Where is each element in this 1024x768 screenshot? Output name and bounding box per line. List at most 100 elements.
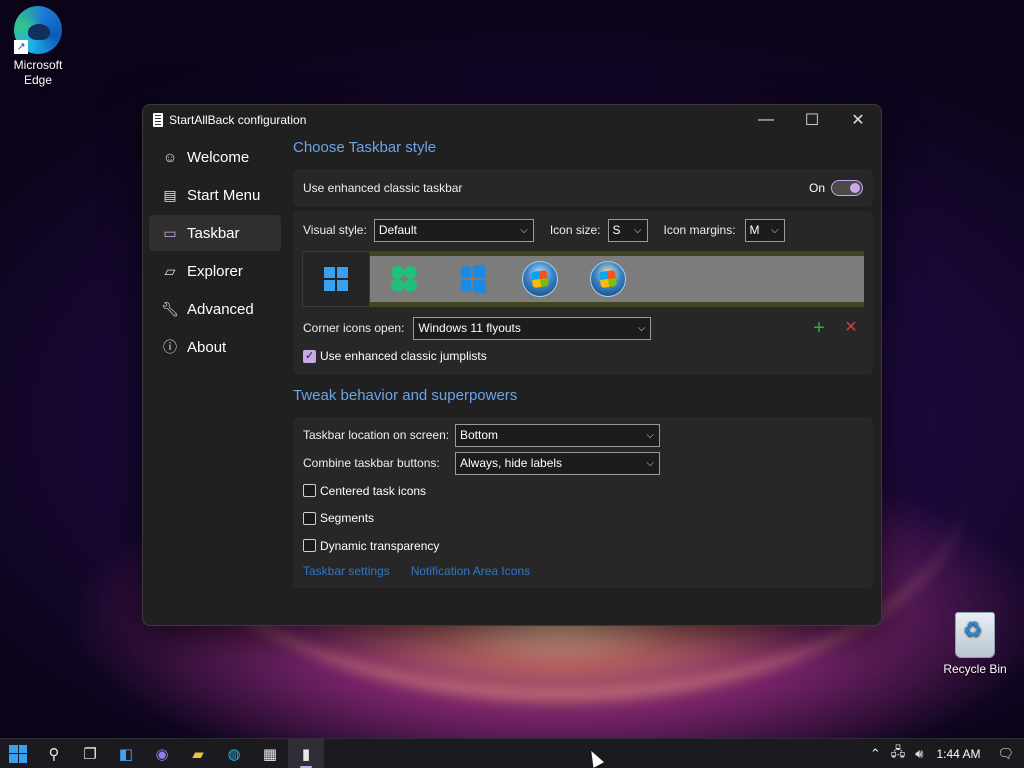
enhanced-taskbar-label: Use enhanced classic taskbar — [303, 181, 463, 195]
chevron-down-icon: ⌵ — [770, 224, 779, 236]
start-style-clover[interactable] — [370, 256, 438, 302]
windows10-logo-icon — [460, 264, 486, 294]
smile-icon: ☺ — [162, 149, 178, 165]
network-icon[interactable]: 🖧︎ — [886, 743, 911, 765]
icon-size-label: Icon size: — [549, 223, 601, 237]
start-style-win7-orb[interactable] — [506, 256, 574, 302]
sidebar-item-about[interactable]: ⓘ About — [149, 329, 281, 365]
info-icon: ⓘ — [163, 339, 177, 355]
chevron-down-icon: ⌵ — [646, 429, 654, 441]
sidebar-item-label: Explorer — [187, 262, 243, 280]
taskbar: ⚲ ❐ ◧ ◉ ▰ ◍ ▦ ▮ ⌃ 🖧︎ 🔊︎ 1:44 AM 🗨︎ — [0, 738, 1024, 768]
chevron-down-icon: ⌵ — [633, 224, 642, 236]
jumplists-label: Use enhanced classic jumplists — [320, 349, 487, 363]
chevron-down-icon: ⌵ — [646, 457, 654, 469]
sidebar-item-label: Start Menu — [187, 186, 261, 204]
dynamic-transparency-checkbox[interactable] — [303, 539, 316, 553]
notifications-icon[interactable]: 🗨︎ — [992, 746, 1024, 762]
notification-area-icons-link[interactable]: Notification Area Icons — [411, 564, 530, 578]
segments-option[interactable]: Segments — [303, 505, 863, 533]
taskbar-settings-link[interactable]: Taskbar settings — [303, 564, 390, 578]
windows-vista-orb-icon — [590, 261, 626, 297]
clover-logo-icon — [391, 266, 417, 292]
windows11-logo-icon — [324, 267, 348, 291]
desktop-icon-recycle-bin[interactable]: Recycle Bin — [935, 612, 1015, 677]
sidebar-item-label: Advanced — [187, 300, 254, 318]
icon-size-select[interactable]: S ⌵ — [607, 218, 648, 242]
taskbar-icon: ▭ — [163, 224, 177, 241]
combine-select[interactable]: Always, hide labels ⌵ — [455, 451, 660, 475]
search-button[interactable]: ⚲ — [36, 739, 72, 768]
show-hidden-icons-chevron-up-icon[interactable]: ⌃ — [865, 746, 886, 762]
folder-icon: ▰ — [192, 745, 204, 763]
store-icon: ▦ — [262, 745, 278, 763]
combine-label: Combine taskbar buttons: — [303, 456, 440, 470]
desktop-icon-edge[interactable]: ↗ Microsoft Edge — [0, 6, 78, 88]
desktop-icon-label: Recycle Bin — [943, 662, 1007, 676]
search-icon: ⚲ — [48, 745, 60, 763]
start-style-vista-orb[interactable] — [574, 256, 642, 302]
app-icon — [153, 113, 163, 127]
centered-icons-checkbox[interactable] — [303, 484, 316, 498]
chat-button[interactable]: ◉ — [144, 739, 180, 768]
sidebar-item-label: Welcome — [187, 148, 250, 166]
minimize-button[interactable]: — — [743, 105, 789, 135]
icon-margins-select[interactable]: M ⌵ — [744, 218, 785, 242]
sidebar-item-start-menu[interactable]: ▤ Start Menu — [149, 177, 281, 213]
sidebar-item-taskbar[interactable]: ▭ Taskbar — [149, 215, 281, 251]
dynamic-transparency-label: Dynamic transparency — [320, 538, 440, 553]
add-icon[interactable]: + — [807, 318, 831, 338]
remove-icon[interactable]: ✕ — [839, 318, 863, 338]
widgets-button[interactable]: ◧ — [108, 739, 144, 768]
start-style-win11[interactable] — [302, 251, 370, 307]
dynamic-transparency-option[interactable]: Dynamic transparency — [303, 532, 863, 560]
maximize-icon: ☐ — [804, 112, 820, 129]
visual-style-select[interactable]: Default ⌵ — [373, 218, 534, 242]
close-button[interactable]: ✕ — [835, 105, 881, 135]
segments-checkbox[interactable] — [303, 511, 316, 525]
centered-icons-option[interactable]: Centered task icons — [303, 477, 863, 505]
style-card: Visual style: Default ⌵ Icon size: S ⌵ I… — [293, 211, 873, 375]
clock[interactable]: 1:44 AM — [928, 747, 992, 761]
edge-button[interactable]: ◍ — [216, 739, 252, 768]
widgets-icon: ◧ — [118, 745, 134, 763]
corner-icons-select[interactable]: Windows 11 flyouts ⌵ — [413, 316, 652, 340]
icon-margins-label: Icon margins: — [663, 223, 736, 237]
task-view-button[interactable]: ❐ — [72, 739, 108, 768]
visual-style-value: Default — [378, 222, 417, 237]
jumplists-checkbox[interactable] — [303, 349, 316, 363]
task-view-icon: ❐ — [83, 745, 97, 763]
icon-size-value: S — [612, 222, 621, 237]
location-select[interactable]: Bottom ⌵ — [455, 423, 660, 447]
chat-icon: ◉ — [155, 745, 169, 763]
startallback-icon: ▮ — [301, 745, 311, 763]
jumplists-option[interactable]: Use enhanced classic jumplists — [303, 345, 863, 367]
tweak-card: Taskbar location on screen: Bottom ⌵ Com… — [293, 417, 873, 588]
maximize-button[interactable]: ☐ — [789, 105, 835, 135]
segments-label: Segments — [320, 511, 375, 526]
start-style-win10[interactable] — [438, 256, 506, 302]
sidebar-item-explorer[interactable]: ▱ Explorer — [149, 253, 281, 289]
file-explorer-button[interactable]: ▰ — [180, 739, 216, 768]
store-button[interactable]: ▦ — [252, 739, 288, 768]
start-button[interactable] — [0, 739, 36, 768]
combine-value: Always, hide labels — [460, 455, 563, 470]
window-title: StartAllBack configuration — [169, 113, 307, 127]
title-bar[interactable]: StartAllBack configuration — ☐ ✕ — [143, 105, 881, 135]
icon-margins-value: M — [749, 222, 760, 237]
chevron-down-icon: ⌵ — [637, 322, 646, 334]
startallback-taskbar-button[interactable]: ▮ — [288, 738, 324, 768]
location-label: Taskbar location on screen: — [303, 428, 450, 442]
wrench-icon: 🔧︎ — [161, 300, 179, 317]
edge-icon: ↗ — [14, 6, 62, 54]
minimize-icon: — — [758, 111, 774, 128]
main-content: Choose Taskbar style Use enhanced classi… — [293, 139, 873, 588]
volume-icon[interactable]: 🔊︎ — [910, 746, 928, 762]
recycle-bin-icon — [955, 612, 995, 658]
sidebar: ☺ Welcome ▤ Start Menu ▭ Taskbar ▱ Explo… — [149, 139, 281, 367]
sidebar-item-welcome[interactable]: ☺ Welcome — [149, 139, 281, 175]
sidebar-item-advanced[interactable]: 🔧︎ Advanced — [149, 291, 281, 327]
close-icon: ✕ — [851, 112, 865, 129]
toggle-state-label: On — [808, 181, 825, 195]
enhanced-taskbar-toggle[interactable] — [831, 180, 863, 196]
